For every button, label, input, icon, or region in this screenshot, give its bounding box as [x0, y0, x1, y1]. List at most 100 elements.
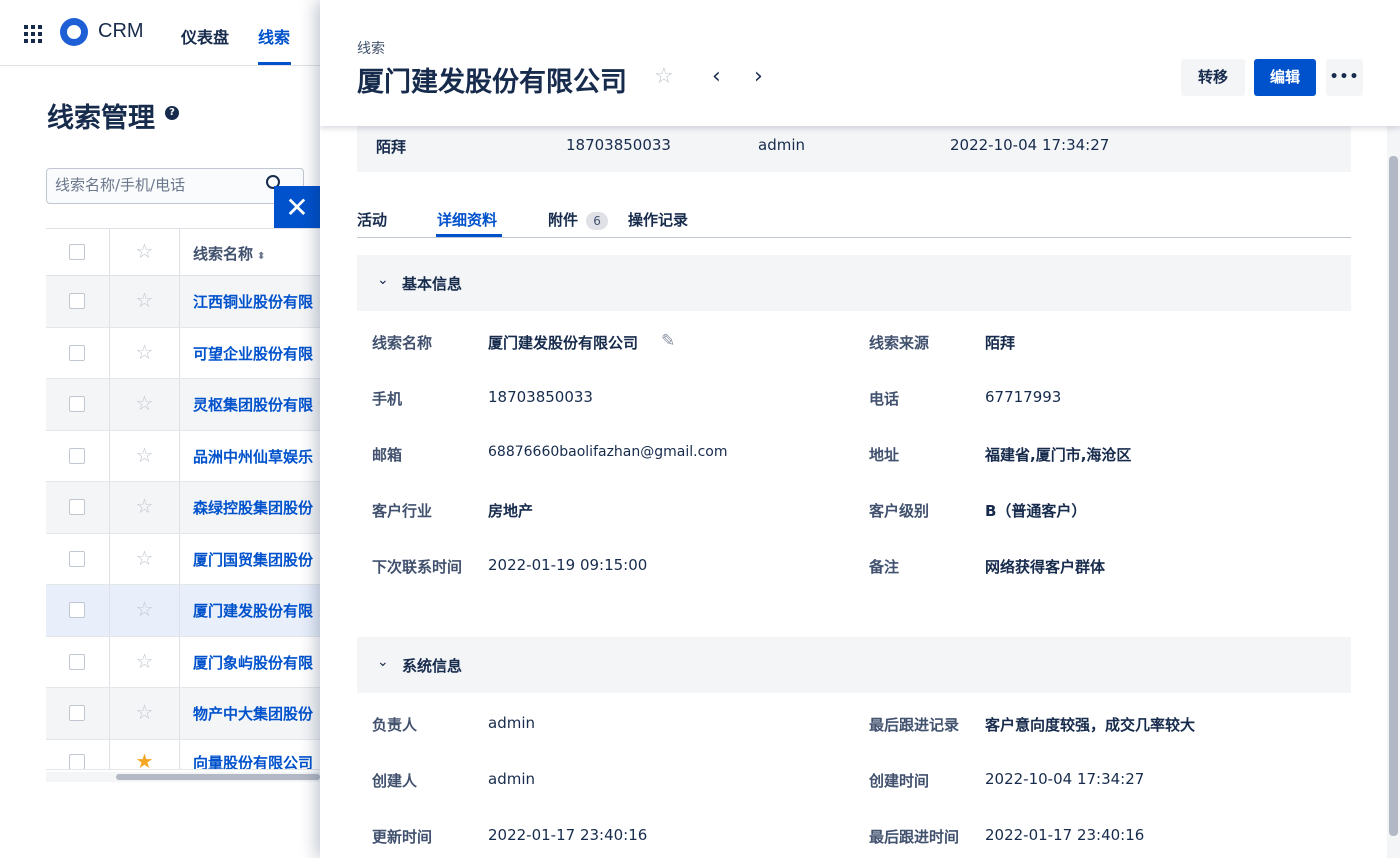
lead-name-link[interactable]: 厦门建发股份有限: [193, 600, 320, 621]
summary-created: 2022-10-04 17:34:27: [950, 136, 1110, 154]
row-checkbox[interactable]: [69, 499, 85, 516]
star-filled-icon[interactable]: ★: [110, 749, 179, 769]
table-row-selected[interactable]: ☆ 厦门建发股份有限: [46, 585, 320, 637]
row-checkbox[interactable]: [69, 344, 85, 361]
row-checkbox[interactable]: [69, 753, 85, 769]
star-icon[interactable]: ☆: [110, 700, 179, 724]
transfer-button[interactable]: 转移: [1181, 59, 1245, 96]
table-row[interactable]: ☆ 品洲中州仙草娱乐: [46, 430, 320, 482]
lead-name-link[interactable]: 可望企业股份有限: [193, 343, 320, 364]
select-all-checkbox[interactable]: [69, 244, 85, 260]
table-row[interactable]: ☆ 厦门国贸集团股份: [46, 533, 320, 585]
row-checkbox[interactable]: [69, 396, 85, 413]
star-icon[interactable]: ☆: [110, 546, 179, 570]
field-label-last-follow: 最后跟进记录: [869, 716, 960, 734]
table-header: ☆ 线索名称 ⬍: [46, 228, 320, 276]
star-icon[interactable]: ☆: [110, 443, 179, 467]
tab-details[interactable]: 详细资料: [437, 209, 497, 230]
field-value-mobile: 18703850033: [488, 388, 593, 406]
section-basic-info[interactable]: ⌄ 基本信息: [357, 255, 1351, 311]
table-row[interactable]: ☆ 江西铜业股份有限: [46, 276, 320, 328]
breadcrumb[interactable]: 线索: [357, 38, 385, 58]
horizontal-scrollbar[interactable]: [46, 772, 320, 782]
chevron-down-icon[interactable]: ⌄: [377, 654, 389, 670]
tab-activity[interactable]: 活动: [357, 209, 387, 230]
table-row[interactable]: ☆ 物产中大集团股份: [46, 688, 320, 740]
lead-name-link[interactable]: 品洲中州仙草娱乐: [193, 446, 320, 467]
vertical-scrollbar[interactable]: [1387, 126, 1400, 858]
search-box: [46, 168, 304, 204]
inline-edit-icon[interactable]: ✎: [661, 331, 675, 351]
field-label-updated: 更新时间: [372, 828, 433, 846]
lead-name-link[interactable]: 江西铜业股份有限: [193, 291, 320, 312]
more-actions-button[interactable]: •••: [1326, 59, 1363, 96]
record-title: 厦门建发股份有限公司: [357, 67, 627, 98]
page-title: 线索管理: [47, 103, 155, 134]
lead-name-link[interactable]: 物产中大集团股份: [193, 703, 320, 724]
summary-phone: 18703850033: [566, 136, 671, 154]
tab-attachments[interactable]: 附件 6: [548, 209, 609, 230]
field-value-owner: admin: [488, 714, 535, 732]
field-value-next-contact: 2022-01-19 09:15:00: [488, 556, 648, 574]
table-row[interactable]: ☆ 厦门象屿股份有限: [46, 636, 320, 688]
chevron-down-icon[interactable]: ⌄: [377, 272, 389, 288]
record-summary: 陌拜 18703850033 admin 2022-10-04 17:34:27: [357, 118, 1351, 172]
summary-source: 陌拜: [376, 138, 407, 156]
section-title: 基本信息: [402, 275, 463, 293]
star-icon[interactable]: ☆: [110, 649, 179, 673]
star-icon[interactable]: ☆: [110, 288, 179, 312]
field-label-tel: 电话: [869, 390, 900, 408]
previous-record-icon[interactable]: ‹: [712, 64, 721, 89]
field-value-remark: 网络获得客户群体: [985, 558, 1106, 576]
leads-table: ☆ 线索名称 ⬍ ☆ 江西铜业股份有限 ☆ 可望企业股份有限 ☆ 灵枢集团股份有限…: [46, 228, 320, 770]
tab-active-indicator: [436, 234, 502, 237]
search-input[interactable]: [55, 176, 255, 194]
tab-history[interactable]: 操作记录: [628, 209, 688, 230]
row-checkbox[interactable]: [69, 653, 85, 670]
row-checkbox[interactable]: [69, 705, 85, 722]
field-value-created: 2022-10-04 17:34:27: [985, 770, 1145, 788]
field-label-owner: 负责人: [372, 716, 418, 734]
field-value-industry: 房地产: [488, 502, 534, 520]
field-label-next-contact: 下次联系时间: [372, 558, 463, 576]
row-checkbox[interactable]: [69, 602, 85, 619]
drawer-header: 线索 厦门建发股份有限公司 ☆ ‹ › 转移 编辑 •••: [320, 0, 1400, 126]
lead-detail-drawer: 线索 厦门建发股份有限公司 ☆ ‹ › 转移 编辑 ••• 陌拜 1870385…: [320, 0, 1400, 858]
sort-icon[interactable]: ⬍: [257, 251, 265, 262]
row-checkbox[interactable]: [69, 293, 85, 310]
field-value-updated: 2022-01-17 23:40:16: [488, 826, 648, 844]
close-drawer-button[interactable]: ✕: [274, 186, 320, 232]
field-label-level: 客户级别: [869, 502, 930, 520]
table-row[interactable]: ★ 向量股份有限公司: [46, 739, 320, 770]
field-label-mobile: 手机: [372, 390, 403, 408]
table-row[interactable]: ☆ 森绿控股集团股份: [46, 482, 320, 534]
field-value-email: 68876660baolifazhan@gmail.com: [488, 444, 728, 460]
star-icon[interactable]: ☆: [110, 391, 179, 415]
lead-name-link[interactable]: 灵枢集团股份有限: [193, 394, 320, 415]
lead-name-link[interactable]: 向量股份有限公司: [193, 752, 320, 769]
favorite-star-icon[interactable]: ☆: [654, 64, 674, 89]
field-label-created: 创建时间: [869, 772, 930, 790]
column-header-name[interactable]: 线索名称 ⬍: [193, 243, 265, 264]
section-system-info[interactable]: ⌄ 系统信息: [357, 637, 1351, 693]
app-grid-icon[interactable]: [24, 25, 42, 43]
table-row[interactable]: ☆ 灵枢集团股份有限: [46, 379, 320, 431]
nav-item-leads[interactable]: 线索: [258, 24, 290, 48]
help-icon[interactable]: ?: [165, 106, 179, 120]
edit-button[interactable]: 编辑: [1254, 59, 1316, 96]
row-checkbox[interactable]: [69, 550, 85, 567]
lead-name-link[interactable]: 森绿控股集团股份: [193, 497, 320, 518]
lead-name-link[interactable]: 厦门国贸集团股份: [193, 549, 320, 570]
star-icon[interactable]: ☆: [110, 494, 179, 518]
field-value-creator: admin: [488, 770, 535, 788]
field-label-email: 邮箱: [372, 446, 403, 464]
next-record-icon[interactable]: ›: [754, 64, 763, 89]
nav-item-dashboard[interactable]: 仪表盘: [181, 24, 229, 48]
field-label-creator: 创建人: [372, 772, 418, 790]
table-row[interactable]: ☆ 可望企业股份有限: [46, 327, 320, 379]
row-checkbox[interactable]: [69, 447, 85, 464]
star-icon[interactable]: ☆: [110, 340, 179, 364]
star-icon[interactable]: ☆: [110, 597, 179, 621]
lead-name-link[interactable]: 厦门象屿股份有限: [193, 652, 320, 673]
field-label-lead-name: 线索名称: [372, 334, 433, 352]
